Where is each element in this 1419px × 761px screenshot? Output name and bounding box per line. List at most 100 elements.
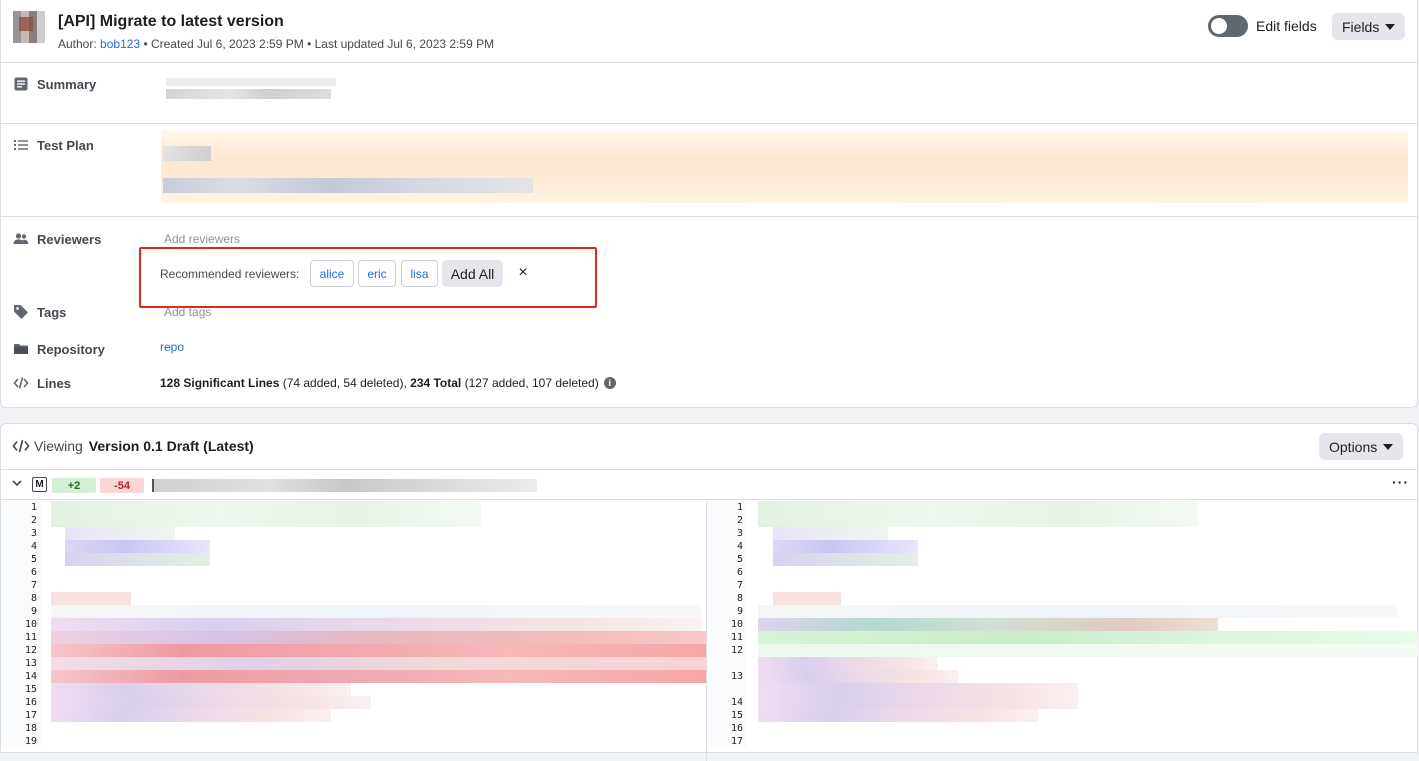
author-link[interactable]: bob123	[100, 37, 140, 51]
code-line-redacted	[51, 683, 351, 696]
divider	[1, 123, 1417, 124]
info-icon[interactable]: i	[603, 377, 616, 389]
line-number[interactable]: 13	[1, 657, 41, 670]
line-number[interactable]: 5	[707, 553, 747, 566]
line-number[interactable]: 3	[1, 527, 41, 540]
line-number[interactable]: 5	[1, 553, 41, 566]
code-line-redacted	[51, 644, 706, 657]
line-number[interactable]: 15	[1, 683, 41, 696]
line-number[interactable]: 15	[707, 709, 747, 722]
line-number[interactable]: 8	[1, 592, 41, 605]
divider	[1, 62, 1417, 63]
updated-timestamp: • Last updated Jul 6, 2023 2:59 PM	[307, 37, 495, 51]
line-number[interactable]: 13	[707, 670, 747, 683]
line-number[interactable]: 17	[1, 709, 41, 722]
significant-lines: 128 Significant Lines	[160, 376, 280, 390]
line-number[interactable]: 6	[1, 566, 41, 579]
left-line-numbers: 1 2 3 4 5 6 7 8 9 10 11 12 13 14 15 16 17 18 19	[1, 501, 41, 748]
line-number[interactable]: 12	[707, 644, 747, 657]
edit-fields-label: Edit fields	[1256, 18, 1317, 34]
code-line-redacted	[51, 631, 706, 644]
tag-icon	[13, 304, 29, 320]
add-all-button[interactable]: Add All	[442, 260, 503, 287]
code-line-redacted	[65, 553, 210, 566]
code-line-redacted	[51, 670, 706, 683]
line-number[interactable]: 4	[1, 540, 41, 553]
edit-fields-toggle[interactable]	[1208, 15, 1248, 37]
line-number[interactable]: 6	[707, 566, 747, 579]
code-line-redacted	[773, 553, 918, 566]
line-number[interactable]: 2	[1, 514, 41, 527]
line-number[interactable]	[707, 657, 747, 670]
lines-label: Lines	[37, 375, 71, 391]
line-number[interactable]: 14	[707, 696, 747, 709]
code-line-redacted	[51, 696, 371, 709]
test-plan-row-label: Test Plan	[13, 137, 94, 153]
line-number[interactable]: 17	[707, 735, 747, 748]
options-button[interactable]: Options	[1319, 433, 1404, 460]
recommended-reviewer-chip[interactable]: alice	[310, 260, 354, 287]
code-line-redacted	[758, 618, 1218, 631]
line-number[interactable]: 2	[707, 514, 747, 527]
fields-button[interactable]: Fields	[1332, 13, 1406, 40]
line-number[interactable]	[707, 683, 747, 696]
line-number[interactable]: 1	[1, 501, 41, 514]
recommended-reviewer-chip[interactable]: eric	[358, 260, 396, 287]
caret-down-icon	[1383, 443, 1394, 450]
line-number[interactable]: 9	[707, 605, 747, 618]
line-number[interactable]: 18	[1, 722, 41, 735]
options-button-label: Options	[1329, 438, 1378, 455]
code-line-redacted	[51, 657, 706, 670]
folder-icon	[13, 341, 29, 357]
tags-row-label: Tags	[13, 304, 66, 320]
line-number[interactable]: 7	[1, 579, 41, 592]
line-number[interactable]: 9	[1, 605, 41, 618]
total-lines: 234 Total	[410, 376, 462, 390]
code-line-redacted	[758, 670, 958, 683]
chevron-down-icon[interactable]	[11, 477, 23, 492]
code-icon	[12, 438, 30, 454]
line-number[interactable]: 14	[1, 670, 41, 683]
line-number[interactable]: 16	[707, 722, 747, 735]
code-line-redacted	[51, 501, 481, 514]
line-number[interactable]: 10	[1, 618, 41, 631]
repository-label: Repository	[37, 341, 105, 357]
code-line-redacted	[51, 514, 481, 527]
more-options-icon[interactable]: ···	[1392, 474, 1409, 490]
created-timestamp: • Created Jul 6, 2023 2:59 PM	[143, 37, 304, 51]
add-reviewers-input[interactable]: Add reviewers	[164, 232, 240, 246]
line-number[interactable]: 11	[707, 631, 747, 644]
close-icon[interactable]: ×	[515, 264, 531, 282]
pane-divider	[706, 501, 707, 761]
line-number[interactable]: 11	[1, 631, 41, 644]
line-number[interactable]: 1	[707, 501, 747, 514]
code-line-redacted	[758, 501, 1198, 514]
reviewers-label: Reviewers	[37, 231, 102, 247]
summary-label: Summary	[37, 76, 97, 92]
recommended-reviewer-chip[interactable]: lisa	[401, 260, 438, 287]
line-number[interactable]: 4	[707, 540, 747, 553]
add-tags-input[interactable]: Add tags	[164, 305, 211, 319]
line-number[interactable]: 16	[1, 696, 41, 709]
test-plan-label: Test Plan	[37, 137, 94, 153]
code-icon	[13, 375, 29, 391]
line-number[interactable]: 3	[707, 527, 747, 540]
reviewers-row-label: Reviewers	[13, 231, 101, 247]
repository-link[interactable]: repo	[160, 340, 184, 354]
lines-summary: 128 Significant Lines (74 added, 54 dele…	[160, 376, 616, 390]
code-line-redacted	[758, 683, 1078, 696]
code-line-redacted	[758, 644, 1418, 657]
author-avatar[interactable]	[13, 11, 45, 43]
diff-file-header[interactable]: M +2 -54 ···	[1, 469, 1417, 500]
author-label: Author:	[58, 37, 97, 51]
lines-deleted-badge: -54	[100, 478, 144, 493]
line-number[interactable]: 19	[1, 735, 41, 748]
line-number[interactable]: 10	[707, 618, 747, 631]
line-number[interactable]: 12	[1, 644, 41, 657]
list-icon	[13, 137, 29, 153]
code-line-redacted	[758, 657, 938, 670]
line-number[interactable]: 8	[707, 592, 747, 605]
lines-row-label: Lines	[13, 375, 71, 391]
line-number[interactable]: 7	[707, 579, 747, 592]
significant-lines-detail: (74 added, 54 deleted),	[279, 376, 411, 390]
